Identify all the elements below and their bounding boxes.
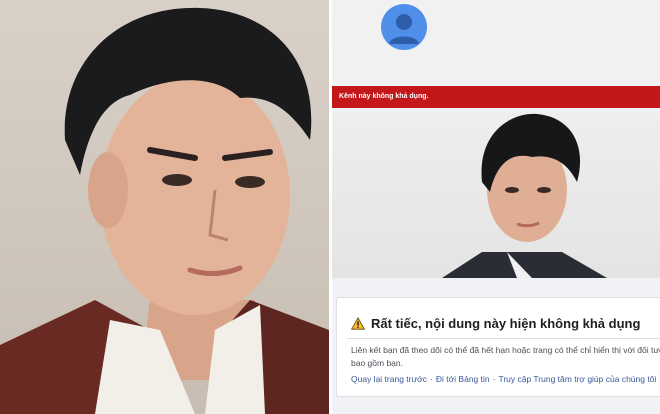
help-center-link[interactable]: Truy cập Trung tâm trợ giúp của chúng tô…: [498, 374, 656, 384]
portrait-illustration-small: [442, 113, 607, 278]
error-description-line: Liên kết bạn đã theo dõi có thể đã hết h…: [351, 345, 660, 355]
content-unavailable-card: Rất tiếc, nội dung này hiện không khả dụ…: [336, 297, 660, 397]
profile-photo-right: [332, 112, 660, 278]
link-separator: ·: [430, 374, 433, 384]
error-description-line: bao gồm bạn.: [351, 358, 403, 368]
channel-unavailable-banner: Kênh này không khả dụng.: [332, 86, 660, 108]
card-divider: [347, 338, 660, 339]
error-description: Liên kết bạn đã theo dõi có thể đã hết h…: [351, 344, 660, 370]
avatar: [381, 4, 427, 50]
screenshot-collage-right: Kênh này không khả dụng. Rất tiếc, nội d…: [332, 0, 660, 414]
go-to-news-feed-link[interactable]: Đi tới Bảng tin: [436, 374, 490, 384]
portrait-illustration: [0, 7, 329, 414]
warning-icon: [351, 317, 365, 330]
error-title: Rất tiếc, nội dung này hiện không khả dụ…: [371, 316, 641, 331]
channel-unavailable-text: Kênh này không khả dụng.: [339, 93, 429, 100]
error-links: Quay lại trang trước · Đi tới Bảng tin · Tru…: [351, 374, 660, 384]
go-back-link[interactable]: Quay lại trang trước: [351, 374, 427, 384]
error-title-row: Rất tiếc, nội dung này hiện không khả dụ…: [351, 316, 640, 331]
channel-header: [332, 0, 660, 86]
portrait-photo-left: [0, 0, 329, 414]
user-silhouette-icon: [389, 14, 419, 44]
